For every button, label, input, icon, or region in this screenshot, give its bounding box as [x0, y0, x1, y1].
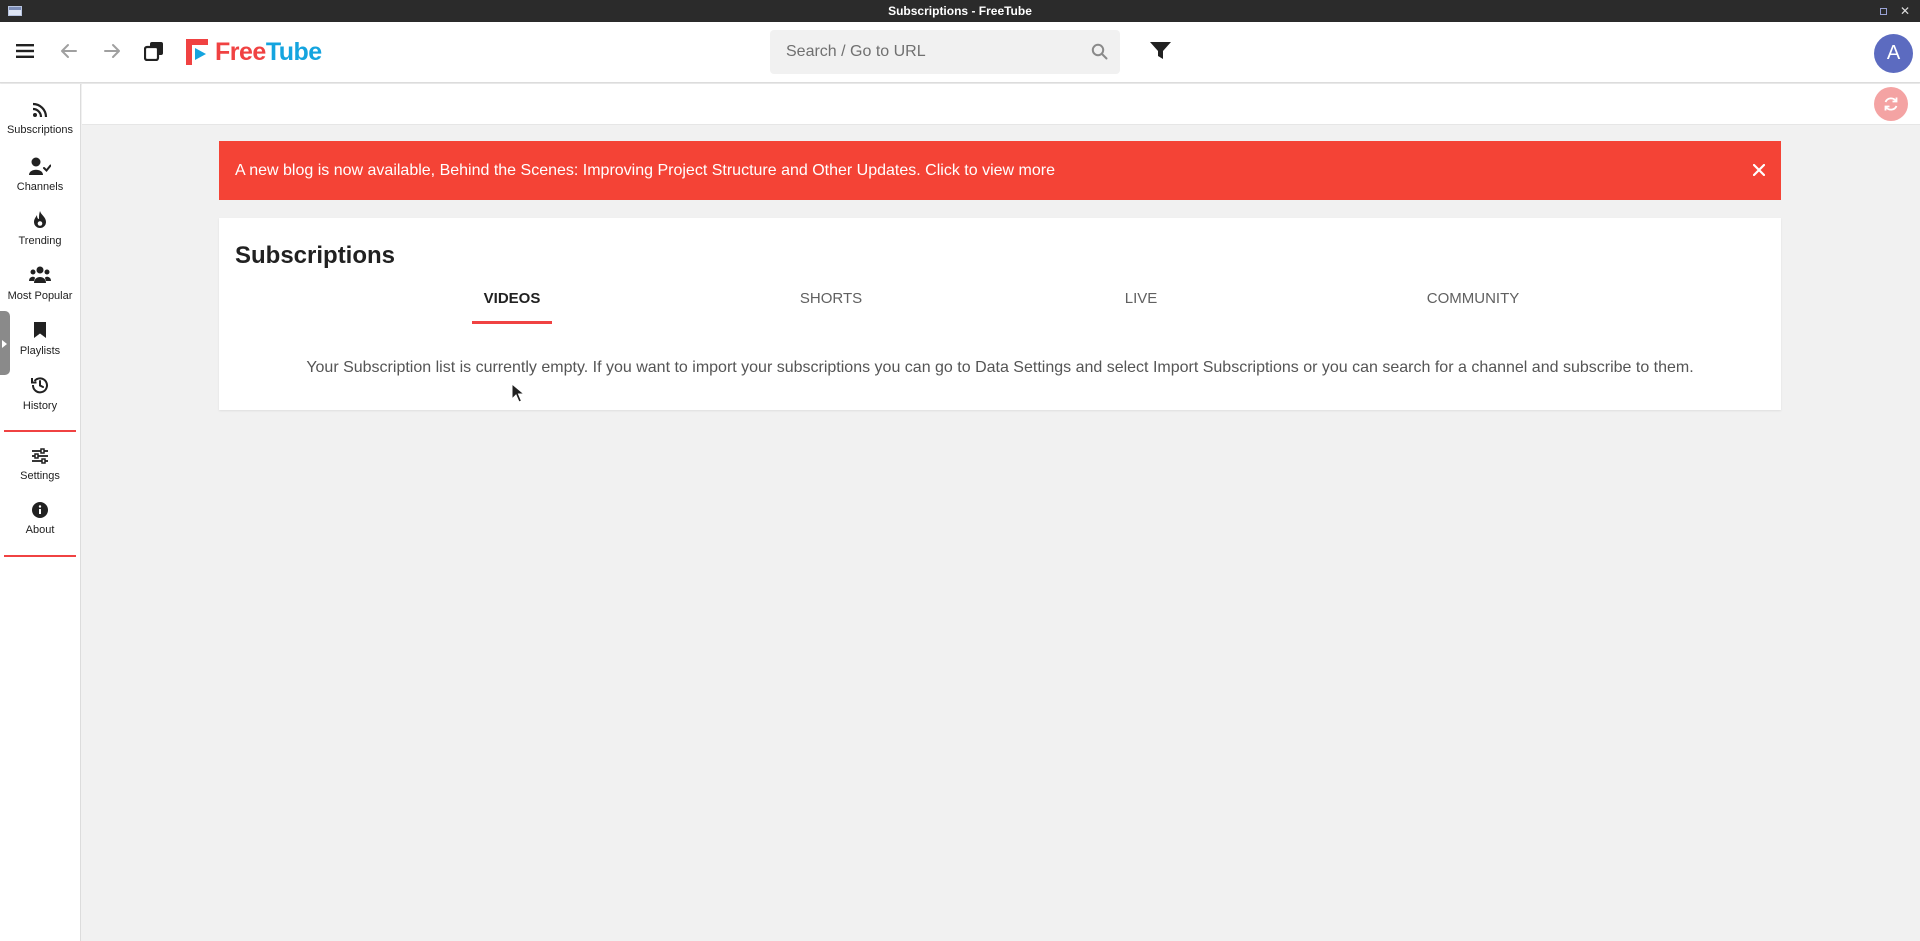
sidebar-item-label: Playlists [19, 345, 61, 357]
tab-live[interactable]: LIVE [1101, 288, 1181, 328]
sidebar-item-playlists[interactable]: Playlists [0, 313, 80, 365]
tab-shorts[interactable]: SHORTS [791, 288, 871, 328]
arrow-right-icon [104, 44, 120, 58]
sidebar-expand-handle[interactable] [0, 311, 10, 375]
freetube-logo-mark-icon [186, 39, 208, 65]
sidebar-item-label: Channels [16, 181, 64, 193]
window-title: Subscriptions - FreeTube [888, 4, 1032, 18]
sidebar-item-label: History [22, 400, 58, 412]
users-icon [29, 266, 51, 283]
tab-community[interactable]: COMMUNITY [1403, 288, 1543, 328]
sidebar-divider [4, 430, 76, 432]
info-circle-icon [32, 502, 48, 518]
sidebar-item-label: Subscriptions [6, 124, 74, 136]
search-input[interactable] [770, 30, 1070, 74]
refresh-bar [82, 84, 1920, 125]
arrow-left-icon [61, 44, 77, 58]
subscription-tabs: VIDEOS SHORTS LIVE COMMUNITY [219, 288, 1781, 328]
search-icon[interactable] [1091, 43, 1108, 60]
sidebar-item-label: Trending [18, 235, 62, 247]
search-filter-button[interactable] [1143, 34, 1177, 68]
sidebar-item-most-popular[interactable]: Most Popular [0, 258, 80, 310]
logo-text-tube: Tube [265, 37, 322, 66]
fire-icon [34, 211, 46, 228]
rss-icon [32, 102, 48, 118]
empty-subscriptions-message: Your Subscription list is currently empt… [306, 359, 1694, 376]
tab-videos[interactable]: VIDEOS [472, 288, 552, 328]
sidebar-item-label: Most Popular [7, 290, 73, 302]
refresh-button[interactable] [1874, 87, 1908, 121]
window-titlebar: Subscriptions - FreeTube ✕ [0, 0, 1920, 22]
freetube-logo[interactable]: FreeTube [186, 38, 322, 66]
sliders-icon [32, 448, 48, 464]
app-window-icon [8, 6, 22, 16]
sidebar-item-label: Settings [20, 470, 60, 482]
user-check-icon [29, 157, 51, 175]
clone-icon [144, 42, 163, 61]
banner-message: A new blog is now available, Behind the … [235, 161, 1055, 179]
hamburger-icon [16, 44, 34, 58]
page-title: Subscriptions [235, 242, 396, 269]
blog-notification-banner[interactable]: A new blog is now available, Behind the … [219, 141, 1781, 200]
search-box [770, 30, 1120, 74]
sidebar-item-trending[interactable]: Trending [0, 203, 80, 255]
sidebar-item-about[interactable]: About [0, 494, 80, 546]
subscriptions-card: Subscriptions VIDEOS SHORTS LIVE COMMUNI… [219, 218, 1781, 410]
sidebar-item-label: About [25, 524, 55, 536]
mouse-cursor-icon [511, 383, 525, 403]
refresh-icon [1884, 97, 1898, 111]
new-window-button[interactable] [137, 34, 171, 68]
maximize-icon[interactable] [1876, 4, 1890, 18]
menu-button[interactable] [8, 34, 42, 68]
sidebar-item-channels[interactable]: Channels [0, 149, 80, 201]
logo-text-free: Free [215, 37, 266, 66]
top-navigation: FreeTube A [0, 22, 1920, 83]
bookmark-icon [34, 322, 46, 338]
close-window-icon[interactable]: ✕ [1898, 4, 1912, 18]
sidebar-divider [4, 555, 76, 557]
banner-close-button[interactable] [1749, 160, 1769, 180]
back-button[interactable] [52, 34, 86, 68]
history-icon [31, 377, 48, 394]
sidebar-item-settings[interactable]: Settings [0, 440, 80, 492]
sidebar-item-history[interactable]: History [0, 368, 80, 420]
filter-icon [1149, 42, 1171, 59]
profile-avatar[interactable]: A [1874, 34, 1913, 73]
side-navigation: Subscriptions Channels Trending Most Pop… [0, 84, 81, 941]
close-icon [1753, 164, 1765, 176]
forward-button[interactable] [95, 34, 129, 68]
sidebar-item-subscriptions[interactable]: Subscriptions [0, 94, 80, 146]
